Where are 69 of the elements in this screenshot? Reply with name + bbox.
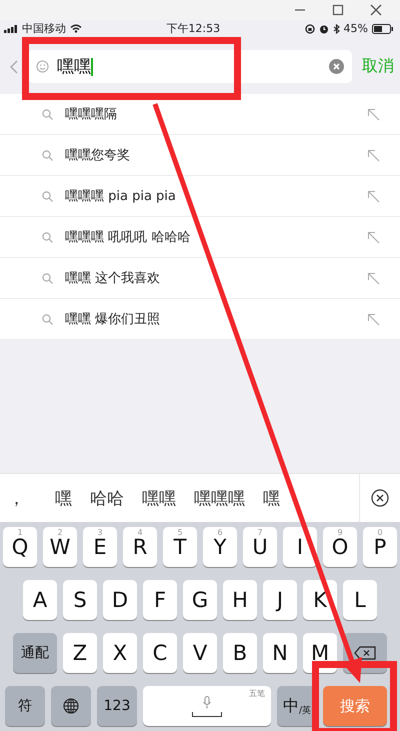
key[interactable]: 0 P: [363, 527, 397, 567]
clear-icon[interactable]: [329, 59, 344, 74]
back-icon[interactable]: [10, 60, 18, 74]
key[interactable]: 6 Y: [203, 527, 237, 567]
arrow-icon[interactable]: [367, 148, 380, 162]
bluetooth-icon: [332, 24, 340, 34]
suggestion-item[interactable]: 嘿嘿嘿隔: [0, 94, 400, 135]
globe-key[interactable]: [51, 686, 91, 726]
space-bar-icon: [192, 712, 222, 716]
maximize-icon[interactable]: [332, 4, 344, 16]
arrow-icon[interactable]: [367, 272, 380, 284]
candidate-word[interactable]: 嘿: [263, 486, 280, 510]
key[interactable]: 7 U: [243, 527, 277, 567]
smiley-icon: [36, 60, 49, 73]
key[interactable]: 4 R: [123, 527, 157, 567]
candidate-word[interactable]: ，: [8, 486, 25, 510]
key[interactable]: 2 W: [43, 527, 77, 567]
close-icon[interactable]: [371, 489, 389, 507]
search-icon: [42, 232, 53, 242]
search-icon: [42, 108, 53, 120]
candidate-word[interactable]: 嘿嘿嘿: [194, 486, 245, 510]
space-key[interactable]: 五笔: [143, 686, 271, 726]
search-icon: [42, 150, 53, 160]
key[interactable]: J: [263, 580, 297, 620]
key[interactable]: 1 Q: [3, 527, 37, 567]
key[interactable]: C: [143, 633, 177, 673]
carrier-name: 中国移动: [22, 21, 66, 36]
key[interactable]: S: [63, 580, 97, 620]
key[interactable]: A: [23, 580, 57, 620]
key[interactable]: L: [343, 580, 377, 620]
search-field[interactable]: 嘿嘿: [28, 50, 352, 83]
key[interactable]: 符: [5, 686, 45, 726]
key[interactable]: Z: [63, 633, 97, 673]
key[interactable]: H: [223, 580, 257, 620]
arrow-icon[interactable]: [367, 312, 380, 326]
suggestion-item[interactable]: 嘿嘿 这个我喜欢: [0, 258, 400, 299]
wifi-icon: [70, 24, 82, 33]
arrow-icon[interactable]: [367, 108, 380, 120]
key[interactable]: B: [223, 633, 257, 673]
battery-percent: 45%: [344, 22, 368, 35]
suggestion-item[interactable]: 嘿嘿嘿 pia pia pia: [0, 176, 400, 217]
globe-icon: [63, 698, 79, 714]
key[interactable]: 3 E: [83, 527, 117, 567]
candidate-word[interactable]: 嘿嘿: [142, 486, 176, 510]
backspace-icon: [354, 646, 376, 660]
arrow-icon[interactable]: [367, 190, 380, 202]
candidate-word[interactable]: 嘿: [55, 486, 72, 510]
key[interactable]: 通配: [13, 633, 57, 673]
battery-icon: [372, 24, 394, 34]
arrow-icon[interactable]: [367, 230, 380, 244]
microphone-icon: [203, 696, 211, 708]
signal-icon: [4, 24, 18, 32]
search-icon: [42, 190, 53, 202]
key[interactable]: X: [103, 633, 137, 673]
candidate-word[interactable]: 哈哈: [90, 486, 124, 510]
search-icon: [42, 272, 53, 284]
key[interactable]: F: [143, 580, 177, 620]
close-icon[interactable]: [370, 4, 382, 16]
key[interactable]: 9 O: [323, 527, 357, 567]
key[interactable]: 123: [97, 686, 137, 726]
key[interactable]: D: [103, 580, 137, 620]
clock-time: 下午12:53: [166, 21, 220, 36]
suggestion-item[interactable]: 嘿嘿嘿 吼吼吼 哈哈哈: [0, 217, 400, 258]
key[interactable]: G: [183, 580, 217, 620]
key[interactable]: V: [183, 633, 217, 673]
key[interactable]: 5 T: [163, 527, 197, 567]
search-icon: [42, 314, 53, 324]
suggestion-item[interactable]: 嘿嘿您夸奖: [0, 135, 400, 176]
key[interactable]: N: [263, 633, 297, 673]
